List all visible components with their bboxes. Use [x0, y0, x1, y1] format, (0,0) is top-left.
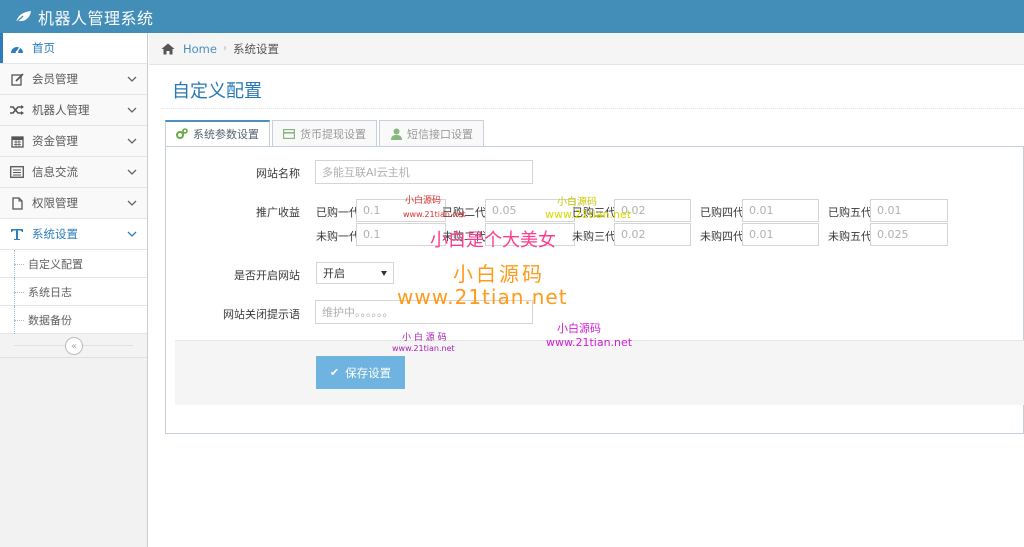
user-icon [390, 128, 402, 140]
sidebar-subitem-backup[interactable]: 数据备份 [0, 306, 147, 334]
cogs-icon [176, 128, 188, 140]
sidebar-subitem-label: 系统日志 [28, 285, 72, 299]
sidebar-item-finance[interactable]: 资金管理 [0, 126, 147, 157]
bought-gen5-label: 已购五代 [828, 206, 872, 219]
watermark-brand: 小 白 源 码 [402, 333, 447, 343]
breadcrumb-separator-icon: › [222, 43, 227, 54]
sidebar-item-label: 权限管理 [32, 196, 78, 210]
chevron-down-icon [127, 200, 137, 206]
list-alt-icon [10, 165, 24, 179]
pencil-square-icon [10, 72, 24, 86]
close-tip-label: 网站关闭提示语 [223, 308, 300, 321]
bought-gen1-label: 已购一代 [316, 206, 360, 219]
select-value: 开启 [323, 267, 345, 280]
watermark-brand-large: 小白源码 [453, 262, 545, 286]
watermark-url-large: www.21tian.net [397, 285, 568, 309]
sidebar-item-label: 信息交流 [32, 165, 78, 179]
breadcrumb: Home › 系统设置 [149, 33, 1024, 65]
sidebar-subitem-custom-config[interactable]: 自定义配置 [0, 250, 147, 278]
sidebar-collapse-bar: « [0, 334, 147, 358]
watermark-url: www.21tian.net [545, 208, 632, 221]
sidebar-item-members[interactable]: 会员管理 [0, 64, 147, 95]
sidebar-item-label: 系统设置 [32, 227, 78, 241]
unbought-gen5-input[interactable]: 0.025 [870, 223, 948, 246]
promo-earnings-label: 推广收益 [256, 206, 300, 219]
leaf-icon [14, 10, 32, 24]
sidebar-item-label: 资金管理 [32, 134, 78, 148]
form-actions [175, 340, 1024, 405]
sidebar-item-messages[interactable]: 信息交流 [0, 157, 147, 188]
tab-system-params[interactable]: 系统参数设置 [165, 120, 270, 147]
tab-currency-withdraw[interactable]: 货币提现设置 [272, 120, 377, 147]
double-chevron-left-icon[interactable]: « [65, 337, 83, 355]
credit-card-icon [283, 128, 295, 140]
unbought-gen4-input[interactable]: 0.01 [742, 223, 819, 246]
watermark-slogan: 小白是个大美女 [430, 230, 556, 251]
tab-label: 系统参数设置 [193, 128, 259, 141]
watermark-brand: 小白源码 [405, 196, 442, 206]
save-button[interactable]: ✔ 保存设置 [316, 356, 405, 389]
watermark-url: www.21tian.net [392, 344, 455, 353]
sidebar-item-settings[interactable]: 系统设置 [0, 219, 147, 250]
tab-bar: 系统参数设置 货币提现设置 短信接口设置 [165, 120, 486, 147]
navbar: 机器人管理系统 [0, 0, 1024, 33]
save-button-label: 保存设置 [345, 365, 392, 380]
chevron-down-icon [127, 169, 137, 175]
divider [162, 108, 1024, 109]
site-name-label: 网站名称 [256, 167, 300, 180]
watermark-url: www.21tian.net [403, 210, 466, 219]
sidebar-item-robots[interactable]: 机器人管理 [0, 95, 147, 126]
unbought-gen1-label: 未购一代 [316, 230, 360, 243]
brand-title[interactable]: 机器人管理系统 [38, 5, 154, 29]
sidebar-subitem-system-log[interactable]: 系统日志 [0, 278, 147, 306]
sidebar: 首页 会员管理 机器人管理 资金管理 信息交流 权限管理 系统设置 自定义配置 … [0, 33, 148, 547]
chevron-down-icon [127, 138, 137, 144]
home-icon [161, 43, 175, 54]
unbought-gen3-label: 未购三代 [572, 230, 616, 243]
text-icon [10, 227, 24, 241]
breadcrumb-home-link[interactable]: Home [183, 42, 217, 56]
unbought-gen5-label: 未购五代 [828, 230, 872, 243]
chevron-down-icon [127, 76, 137, 82]
site-name-input[interactable]: 多能互联AI云主机 [315, 160, 533, 184]
bought-gen5-input[interactable]: 0.01 [870, 199, 948, 222]
bought-gen4-label: 已购四代 [700, 206, 744, 219]
chevron-down-icon [127, 107, 137, 113]
tab-label: 货币提现设置 [300, 127, 366, 141]
sidebar-item-home[interactable]: 首页 [0, 33, 147, 64]
sidebar-subitem-label: 数据备份 [28, 313, 72, 327]
watermark-brand: 小白源码 [557, 322, 601, 335]
calendar-icon [10, 134, 24, 148]
unbought-gen4-label: 未购四代 [700, 230, 744, 243]
sidebar-item-label: 会员管理 [32, 72, 78, 86]
breadcrumb-current: 系统设置 [232, 41, 279, 56]
chevron-down-icon [127, 231, 137, 237]
sidebar-item-label: 机器人管理 [32, 103, 90, 117]
tab-label: 短信接口设置 [407, 127, 473, 141]
site-open-label: 是否开启网站 [234, 269, 300, 282]
sidebar-item-label: 首页 [32, 41, 55, 55]
sidebar-item-permissions[interactable]: 权限管理 [0, 188, 147, 219]
dashboard-icon [10, 41, 24, 55]
check-icon: ✔ [329, 366, 340, 379]
page-title: 自定义配置 [172, 81, 262, 102]
watermark-brand: 小白源码 [557, 197, 597, 208]
site-open-select[interactable]: 开启 [316, 262, 394, 284]
random-icon [10, 103, 24, 117]
file-icon [10, 196, 24, 210]
unbought-gen3-input[interactable]: 0.02 [614, 223, 691, 246]
bought-gen4-input[interactable]: 0.01 [742, 199, 819, 222]
sidebar-subitem-label: 自定义配置 [28, 257, 83, 271]
watermark-url: www.21tian.net [546, 336, 633, 349]
tab-sms-api[interactable]: 短信接口设置 [379, 120, 484, 147]
caret-down-icon [381, 271, 387, 276]
